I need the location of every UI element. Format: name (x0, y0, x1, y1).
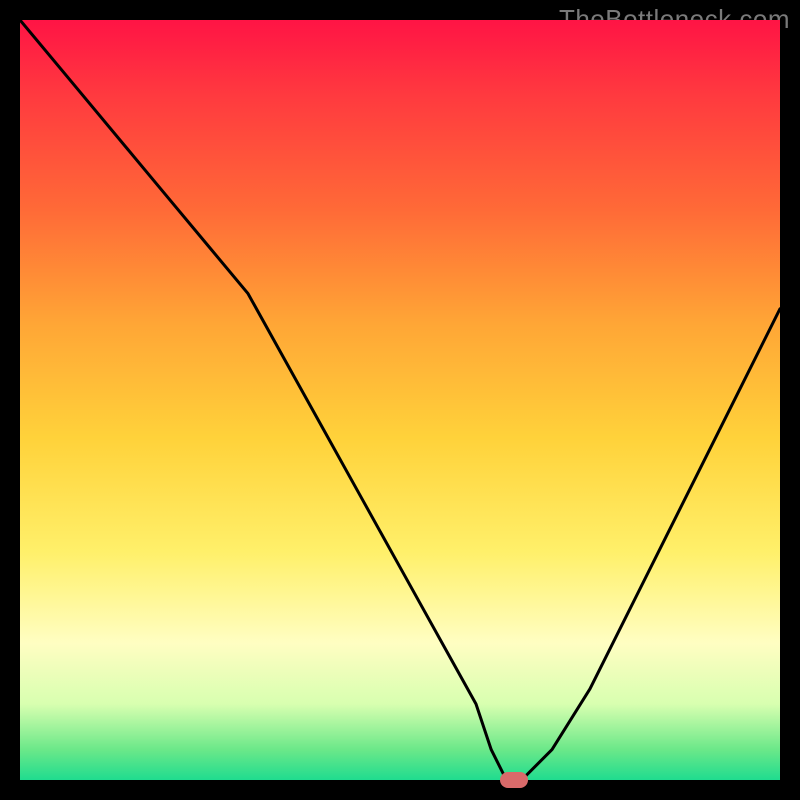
bottleneck-curve-svg (20, 20, 780, 780)
bottleneck-curve (20, 20, 780, 780)
chart-container: TheBottleneck.com (0, 0, 800, 800)
optimal-marker (500, 772, 528, 788)
plot-area (20, 20, 780, 780)
